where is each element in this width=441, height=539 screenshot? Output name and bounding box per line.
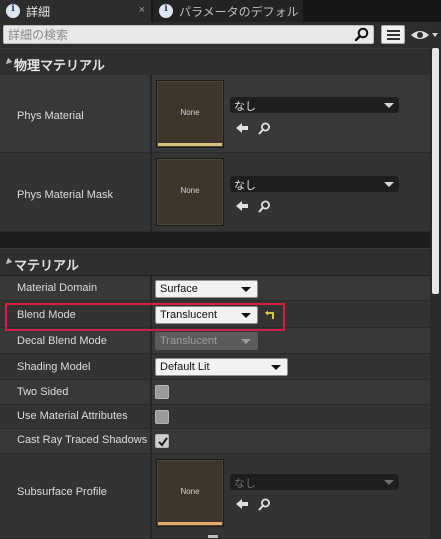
- details-panel: 物理マテリアル Phys Material None なし Phys Mater…: [0, 48, 430, 539]
- property-label: Two Sided: [17, 386, 69, 398]
- scrollbar[interactable]: [430, 48, 441, 539]
- property-phys-material-mask: Phys Material Mask None なし: [0, 153, 430, 232]
- subsurface-profile-thumbnail[interactable]: None: [157, 460, 223, 526]
- property-label: Subsurface Profile: [17, 486, 107, 498]
- cast-ray-traced-shadows-checkbox[interactable]: [155, 434, 169, 448]
- chevron-down-icon: [241, 339, 251, 344]
- collapse-arrow-icon[interactable]: [3, 257, 13, 267]
- search-input[interactable]: [4, 26, 344, 43]
- chevron-down-icon: [384, 182, 394, 187]
- chevron-down-icon: [241, 287, 251, 292]
- tab-details[interactable]: 詳細 ×: [0, 0, 151, 22]
- tab-bar: 詳細 × パラメータのデフォル: [0, 0, 441, 22]
- phys-material-asset-picker[interactable]: なし: [230, 97, 399, 113]
- arrow-left-icon[interactable]: [235, 498, 249, 510]
- chevron-down-icon: [271, 365, 281, 370]
- property-cast-ray-traced-shadows: Cast Ray Traced Shadows: [0, 429, 430, 454]
- property-material-domain: Material Domain Surface: [0, 276, 430, 301]
- category-material[interactable]: マテリアル: [0, 248, 430, 275]
- property-label: Cast Ray Traced Shadows: [17, 434, 148, 446]
- eye-icon[interactable]: [409, 26, 439, 44]
- magnifier-icon[interactable]: [354, 27, 369, 42]
- magnifier-icon[interactable]: [258, 200, 271, 213]
- info-icon: [6, 3, 20, 18]
- property-use-material-attributes: Use Material Attributes: [0, 405, 430, 429]
- chevron-down-icon: [384, 103, 394, 108]
- arrow-left-icon[interactable]: [235, 200, 249, 212]
- property-two-sided: Two Sided: [0, 380, 430, 405]
- category-physical-material[interactable]: 物理マテリアル: [0, 48, 430, 75]
- scroll-thumb[interactable]: [432, 48, 439, 294]
- property-label: Material Domain: [17, 282, 98, 294]
- search-box: [3, 25, 374, 44]
- tab-label: 詳細: [26, 4, 51, 19]
- property-phys-material: Phys Material None なし: [0, 75, 430, 153]
- search-row: [0, 22, 441, 48]
- property-matrix-button[interactable]: [381, 25, 405, 44]
- property-subsurface-profile: Subsurface Profile None なし: [0, 454, 430, 539]
- use-material-attributes-checkbox[interactable]: [155, 410, 169, 424]
- resize-grip[interactable]: [208, 535, 218, 538]
- blend-mode-highlight: [5, 303, 285, 331]
- decal-blend-mode-dropdown: Translucent: [155, 332, 258, 350]
- phys-material-thumbnail[interactable]: None: [157, 81, 223, 147]
- shading-model-dropdown[interactable]: Default Lit: [155, 358, 288, 376]
- magnifier-icon[interactable]: [258, 498, 271, 511]
- material-domain-dropdown[interactable]: Surface: [155, 280, 258, 298]
- two-sided-checkbox[interactable]: [155, 385, 169, 399]
- magnifier-icon[interactable]: [258, 122, 271, 135]
- property-label: Use Material Attributes: [17, 410, 128, 422]
- collapse-arrow-icon[interactable]: [3, 57, 13, 67]
- property-label: Decal Blend Mode: [17, 335, 107, 347]
- close-icon[interactable]: ×: [139, 4, 145, 16]
- checkmark-icon: [158, 437, 168, 447]
- subsurface-profile-asset-picker: なし: [230, 474, 399, 490]
- property-decal-blend-mode: Decal Blend Mode Translucent: [0, 328, 430, 354]
- property-label: Shading Model: [17, 361, 91, 373]
- tab-label: パラメータのデフォル: [179, 4, 299, 19]
- phys-material-mask-thumbnail[interactable]: None: [157, 159, 223, 225]
- arrow-left-icon[interactable]: [235, 122, 249, 134]
- property-label: Phys Material Mask: [17, 189, 113, 201]
- phys-material-mask-asset-picker[interactable]: なし: [230, 176, 399, 192]
- property-shading-model: Shading Model Default Lit: [0, 354, 430, 380]
- info-icon: [159, 3, 173, 18]
- tab-parameter-defaults[interactable]: パラメータのデフォル: [153, 0, 303, 22]
- property-label: Phys Material: [17, 110, 84, 122]
- chevron-down-icon: [384, 480, 394, 485]
